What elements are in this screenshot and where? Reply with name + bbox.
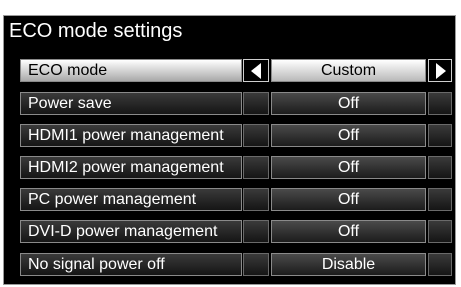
next-value-button[interactable]	[428, 59, 452, 82]
no-signal-power-off-value[interactable]: Disable	[271, 253, 426, 276]
dvi-d-power-management-value[interactable]: Off	[271, 220, 426, 243]
menu-row-pc-power-management[interactable]: PC power management Off	[20, 186, 452, 213]
right-cell	[428, 253, 452, 276]
menu-row-eco-mode[interactable]: ECO mode Custom	[20, 57, 452, 84]
left-cell	[243, 156, 269, 179]
left-cell	[243, 220, 269, 243]
menu-row-hdmi1-power-management[interactable]: HDMI1 power management Off	[20, 122, 452, 149]
eco-mode-settings-panel: ECO mode settings ECO mode Custom Power …	[3, 15, 456, 285]
dvi-d-power-management-label: DVI-D power management	[20, 220, 242, 243]
hdmi1-power-management-label: HDMI1 power management	[20, 124, 242, 147]
power-save-value[interactable]: Off	[271, 92, 426, 115]
hdmi2-power-management-label: HDMI2 power management	[20, 156, 242, 179]
left-cell	[243, 188, 269, 211]
menu-row-hdmi2-power-management[interactable]: HDMI2 power management Off	[20, 154, 452, 181]
panel-title: ECO mode settings	[9, 20, 183, 42]
pc-power-management-value[interactable]: Off	[271, 188, 426, 211]
right-cell	[428, 220, 452, 243]
hdmi2-power-management-value[interactable]: Off	[271, 156, 426, 179]
hdmi1-power-management-value[interactable]: Off	[271, 124, 426, 147]
right-cell	[428, 124, 452, 147]
right-cell	[428, 188, 452, 211]
left-cell	[243, 124, 269, 147]
left-cell	[243, 92, 269, 115]
pc-power-management-label: PC power management	[20, 188, 242, 211]
menu-row-power-save[interactable]: Power save Off	[20, 90, 452, 117]
arrow-left-icon	[251, 63, 261, 79]
menu-row-no-signal-power-off[interactable]: No signal power off Disable	[20, 251, 452, 278]
eco-mode-label: ECO mode	[20, 59, 242, 82]
no-signal-power-off-label: No signal power off	[20, 253, 242, 276]
left-cell	[243, 253, 269, 276]
menu-row-dvi-d-power-management[interactable]: DVI-D power management Off	[20, 218, 452, 245]
prev-value-button[interactable]	[243, 59, 269, 82]
eco-mode-value[interactable]: Custom	[271, 59, 426, 82]
power-save-label: Power save	[20, 92, 242, 115]
right-cell	[428, 156, 452, 179]
right-cell	[428, 92, 452, 115]
arrow-right-icon	[436, 63, 446, 79]
